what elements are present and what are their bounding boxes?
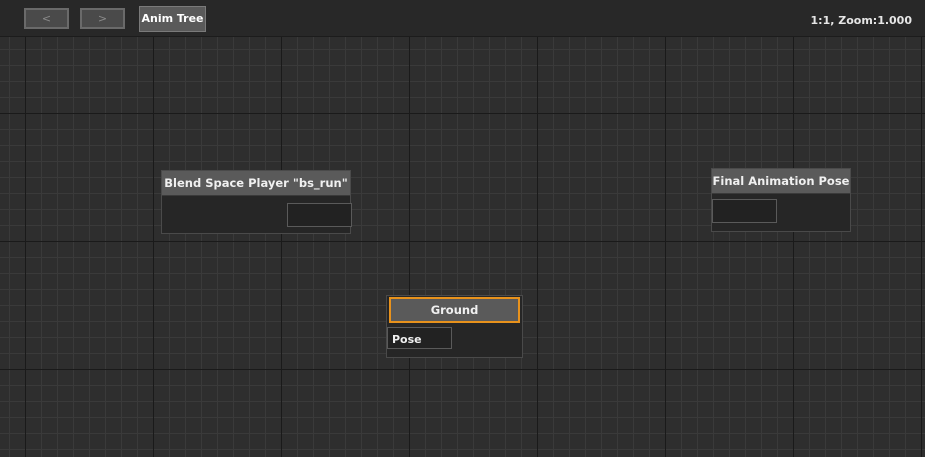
zoom-label: 1:1, Zoom:1.000 bbox=[810, 14, 912, 27]
pose-pin-label: Pose bbox=[392, 333, 422, 346]
graph-canvas[interactable]: Blend Space Player "bs_run" Final Animat… bbox=[0, 37, 925, 457]
chevron-right-icon: > bbox=[97, 12, 108, 25]
node-ground[interactable]: Ground Pose bbox=[386, 295, 523, 358]
tab-anim-tree[interactable]: Anim Tree bbox=[139, 6, 206, 32]
node-title: Final Animation Pose bbox=[712, 169, 850, 194]
chevron-left-icon: < bbox=[41, 12, 52, 25]
forward-button[interactable]: > bbox=[80, 8, 125, 29]
node-final-animation-pose[interactable]: Final Animation Pose bbox=[711, 168, 851, 232]
node-title: Blend Space Player "bs_run" bbox=[162, 171, 350, 196]
pose-pin[interactable]: Pose bbox=[387, 327, 452, 349]
node-blend-space-player[interactable]: Blend Space Player "bs_run" bbox=[161, 170, 352, 234]
input-pin[interactable] bbox=[712, 199, 777, 223]
node-title: Ground bbox=[389, 297, 520, 323]
toolbar: < > Anim Tree 1:1, Zoom:1.000 bbox=[0, 0, 925, 37]
output-pin[interactable] bbox=[287, 203, 352, 227]
back-button[interactable]: < bbox=[24, 8, 69, 29]
